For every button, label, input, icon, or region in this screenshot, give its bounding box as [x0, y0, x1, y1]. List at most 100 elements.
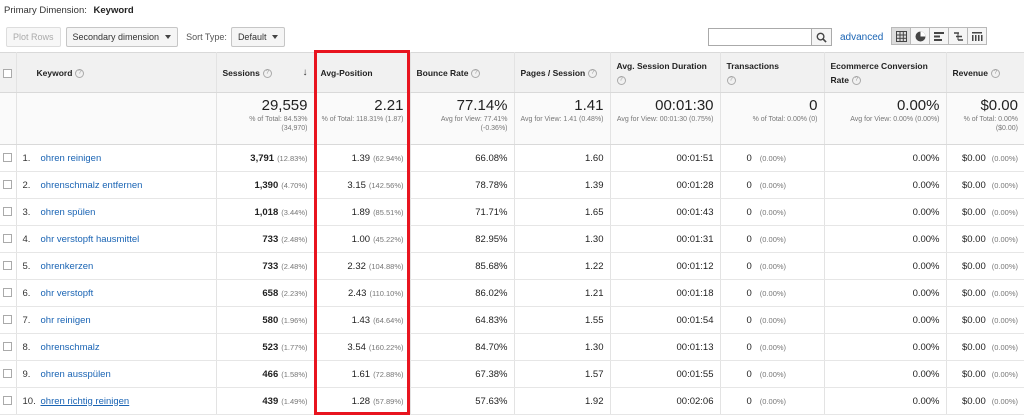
pages-session-cell: 1.65 — [514, 198, 611, 226]
column-header-keyword[interactable]: Keyword? — [16, 52, 217, 93]
row-index: 7. — [22, 314, 31, 326]
keyword-cell: 8. ohrenschmalz — [16, 333, 217, 361]
totals-sessions: 29,559 % of Total: 84.53% (34,970) — [216, 92, 315, 145]
keyword-link[interactable]: ohren spülen — [41, 207, 96, 218]
table-search-input[interactable] — [708, 28, 812, 46]
avg-position-value: 2.32 — [347, 260, 366, 272]
column-header-avg-session-duration[interactable]: Avg. Session Duration? — [610, 52, 721, 93]
sessions-pct: (2.48%) — [281, 234, 308, 244]
totals-spacer — [0, 92, 17, 145]
table-view-button[interactable] — [891, 27, 911, 45]
sessions-pct: (1.77%) — [281, 342, 308, 352]
column-header-pages-session[interactable]: Pages / Session? — [514, 52, 611, 93]
totals-avg-position-sub: % of Total: 118.31% (1.87) — [321, 116, 404, 123]
plot-rows-button[interactable]: Plot Rows — [6, 27, 61, 47]
avg-position-value: 3.15 — [347, 179, 366, 191]
revenue-cell: $0.00 (0.00%) — [946, 225, 1024, 253]
avg-position-pct: (110.10%) — [369, 288, 404, 298]
chevron-down-icon — [165, 35, 172, 39]
row-checkbox[interactable] — [3, 153, 12, 163]
sessions-cell: 580 (1.96%) — [216, 306, 315, 334]
row-checkbox[interactable] — [3, 342, 12, 352]
keyword-link[interactable]: ohr verstopft — [41, 288, 94, 299]
bounce-rate-cell: 57.63% — [410, 387, 515, 415]
sessions-pct: (2.48%) — [281, 261, 308, 271]
column-header-avg-position[interactable]: Avg-Position — [314, 52, 411, 93]
revenue-pct: (0.00%) — [991, 342, 1018, 352]
row-checkbox[interactable] — [3, 234, 12, 244]
column-header-revenue[interactable]: Revenue? — [946, 52, 1024, 93]
transactions-pct: (0.00%) — [759, 288, 787, 298]
bounce-rate-cell: 84.70% — [410, 333, 515, 361]
avg-position-cell: 1.61 (72.88%) — [314, 360, 411, 388]
help-icon[interactable]: ? — [75, 68, 85, 78]
help-icon[interactable]: ? — [262, 68, 272, 78]
column-header-sessions[interactable]: Sessions? ↓ — [216, 52, 315, 93]
revenue-pct: (0.00%) — [991, 396, 1018, 406]
keyword-link[interactable]: ohren reinigen — [41, 153, 102, 164]
transactions-value: 0 — [746, 152, 752, 164]
view-switcher — [891, 27, 987, 45]
pivot-view-button[interactable] — [967, 27, 987, 45]
keyword-link[interactable]: ohr verstopft hausmittel — [41, 234, 140, 245]
row-select-cell — [0, 198, 17, 226]
sessions-cell: 1,390 (4.70%) — [216, 171, 315, 199]
column-header-ecommerce-conversion-rate[interactable]: Ecommerce Conversion Rate? — [824, 52, 947, 93]
keyword-link[interactable]: ohren ausspülen — [41, 369, 111, 380]
totals-avg-position: 2.21 % of Total: 118.31% (1.87) — [314, 92, 411, 145]
row-select-cell — [0, 144, 17, 172]
sort-type-dropdown[interactable]: Default — [230, 27, 286, 47]
secondary-dimension-dropdown[interactable]: Secondary dimension — [65, 27, 179, 47]
totals-bounce-rate-value: 77.14% — [456, 97, 508, 114]
column-header-revenue-label: Revenue — [952, 67, 988, 78]
avg-position-value: 2.43 — [347, 287, 367, 299]
help-icon[interactable]: ? — [851, 75, 861, 85]
transactions-pct: (0.00%) — [759, 207, 787, 217]
row-index: 3. — [22, 206, 31, 218]
row-checkbox[interactable] — [3, 180, 12, 190]
sort-desc-icon[interactable]: ↓ — [303, 66, 308, 80]
sessions-cell: 466 (1.58%) — [216, 360, 315, 388]
transactions-value: 0 — [746, 341, 752, 353]
conversion-cell: 0.00% — [824, 306, 947, 334]
row-checkbox[interactable] — [3, 315, 12, 325]
column-header-transactions[interactable]: Transactions? — [720, 52, 825, 93]
help-icon[interactable]: ? — [726, 75, 736, 85]
keyword-link[interactable]: ohrenschmalz — [41, 342, 100, 353]
totals-revenue: $0.00 % of Total: 0.00% ($0.00) — [946, 92, 1024, 145]
row-checkbox[interactable] — [3, 369, 12, 379]
transactions-cell: 0 (0.00%) — [720, 306, 825, 334]
totals-avg-position-value: 2.21 — [374, 97, 404, 114]
advanced-filter-link[interactable]: advanced — [840, 32, 883, 43]
keyword-link[interactable]: ohr reinigen — [41, 315, 91, 326]
avg-position-pct: (72.88%) — [373, 369, 404, 379]
keyword-link[interactable]: ohrenschmalz entfernen — [41, 180, 143, 191]
row-checkbox[interactable] — [3, 207, 12, 217]
help-icon[interactable]: ? — [471, 68, 481, 78]
keyword-link[interactable]: ohren richtig reinigen — [41, 396, 130, 407]
sessions-pct: (12.83%) — [277, 153, 308, 163]
sessions-pct: (1.49%) — [281, 396, 308, 406]
select-all-checkbox[interactable] — [3, 68, 12, 78]
search-button[interactable] — [812, 28, 832, 46]
table-row: 5. ohrenkerzen 733 (2.48%) 2.32 (104.88%) 85.6… — [0, 252, 1024, 280]
chevron-down-icon — [272, 35, 279, 39]
row-select-cell — [0, 306, 17, 334]
performance-view-button[interactable] — [929, 27, 949, 45]
sessions-pct: (3.44%) — [281, 207, 308, 217]
keyword-link[interactable]: ohrenkerzen — [41, 261, 94, 272]
row-checkbox[interactable] — [3, 261, 12, 271]
primary-dimension-value[interactable]: Keyword — [94, 5, 134, 16]
comparison-view-button[interactable] — [948, 27, 968, 45]
help-icon[interactable]: ? — [990, 68, 1000, 78]
row-checkbox[interactable] — [3, 288, 12, 298]
help-icon[interactable]: ? — [588, 68, 598, 78]
help-icon[interactable]: ? — [616, 75, 626, 85]
bounce-rate-cell: 64.83% — [410, 306, 515, 334]
bounce-rate-cell: 82.95% — [410, 225, 515, 253]
column-header-bounce-rate[interactable]: Bounce Rate? — [410, 52, 515, 93]
row-checkbox[interactable] — [3, 396, 12, 406]
totals-transactions-sub: % of Total: 0.00% (0) — [752, 116, 818, 123]
transactions-pct: (0.00%) — [759, 396, 787, 406]
pie-view-button[interactable] — [910, 27, 930, 45]
